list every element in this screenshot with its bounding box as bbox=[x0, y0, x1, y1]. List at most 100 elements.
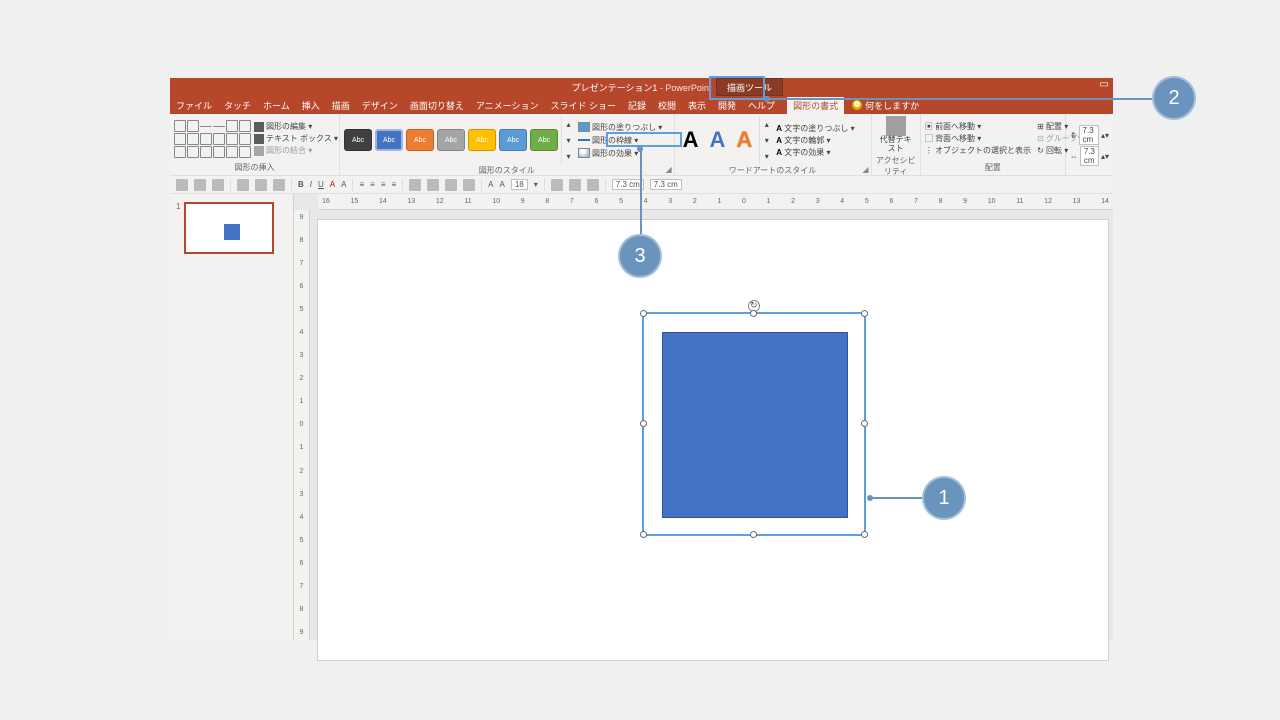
shape-style-preset[interactable]: Abc bbox=[530, 129, 558, 151]
slide-thumbnail-panel: 1 bbox=[170, 194, 294, 640]
text-box-button[interactable]: テキスト ボックス ▾ bbox=[254, 133, 338, 144]
qat-icon[interactable] bbox=[587, 179, 599, 191]
qat-icon[interactable] bbox=[427, 179, 439, 191]
tab-draw[interactable]: 描画 bbox=[332, 99, 350, 112]
selection-pane-button[interactable]: ⋮ オブジェクトの選択と表示 bbox=[925, 145, 1031, 156]
group-shape-styles: Abc Abc Abc Abc Abc Abc Abc ▴▾▾ 図形の塗りつぶし… bbox=[340, 114, 675, 175]
merge-shapes-button[interactable]: 図形の結合 ▾ bbox=[254, 145, 338, 156]
group-accessibility: 代替テキスト アクセシビリティ bbox=[872, 114, 921, 175]
group-insert-shapes: 図形の編集 ▾ テキスト ボックス ▾ 図形の結合 ▾ 図形の挿入 bbox=[170, 114, 340, 175]
alt-text-button[interactable]: 代替テキスト bbox=[878, 116, 914, 154]
qat-icon[interactable] bbox=[409, 179, 421, 191]
horizontal-ruler: 1615141312111098765432101234567891011121… bbox=[318, 194, 1113, 210]
text-outline-button[interactable]: A 文字の輪郭 ▾ bbox=[776, 135, 854, 146]
qat-icon[interactable] bbox=[194, 179, 206, 191]
qat-icon[interactable] bbox=[273, 179, 285, 191]
resize-handle[interactable] bbox=[640, 310, 647, 317]
qat-icon[interactable] bbox=[569, 179, 581, 191]
qat-icon[interactable] bbox=[445, 179, 457, 191]
tab-touch[interactable]: タッチ bbox=[224, 99, 251, 112]
tab-home[interactable]: ホーム bbox=[263, 99, 290, 112]
window-controls: ▭ bbox=[1100, 79, 1109, 90]
connector-1 bbox=[871, 497, 923, 499]
qat-icon[interactable] bbox=[212, 179, 224, 191]
tab-animations[interactable]: アニメーション bbox=[476, 99, 539, 112]
connector-3 bbox=[640, 149, 642, 235]
dialog-launcher-icon[interactable]: ◢ bbox=[862, 165, 868, 174]
group-arrange: ▣ 前面へ移動 ▾ ▢ 背面へ移動 ▾ ⋮ オブジェクトの選択と表示 ⊞ 配置 … bbox=[921, 114, 1066, 175]
rectangle-shape[interactable] bbox=[662, 332, 848, 518]
page-root: プレゼンテーション1 - PowerPoint ▭ 描画ツール ファイル タッチ… bbox=[0, 0, 1280, 720]
qat-icon[interactable] bbox=[176, 179, 188, 191]
vertical-ruler: 9876543210123456789 bbox=[294, 210, 310, 640]
qat-icon[interactable] bbox=[551, 179, 563, 191]
height-spinner[interactable]: ⇕ 7.3 cm ▴▾ bbox=[1070, 125, 1109, 145]
shape-style-preset[interactable]: Abc bbox=[468, 129, 496, 151]
dialog-launcher-icon[interactable]: ◢ bbox=[665, 165, 671, 174]
slide-workspace: 1615141312111098765432101234567891011121… bbox=[294, 194, 1113, 640]
resize-handle[interactable] bbox=[750, 310, 757, 317]
shape-style-preset[interactable]: Abc bbox=[499, 129, 527, 151]
shape-style-preset[interactable]: Abc bbox=[406, 129, 434, 151]
font-size-input[interactable]: 18 bbox=[511, 179, 528, 190]
bring-forward-button[interactable]: ▣ 前面へ移動 ▾ bbox=[925, 121, 1031, 132]
group-title-wordart: ワードアートのスタイル bbox=[679, 164, 867, 178]
group-title-styles: 図形のスタイル bbox=[344, 164, 670, 178]
edit-shape-button[interactable]: 図形の編集 ▾ bbox=[254, 121, 338, 132]
shape-fill-button[interactable]: 図形の塗りつぶし ▾ bbox=[578, 122, 662, 133]
shape-selection-box[interactable] bbox=[642, 312, 866, 536]
contextual-tab-group: 描画ツール bbox=[716, 78, 783, 96]
tab-review[interactable]: 校閲 bbox=[658, 99, 676, 112]
ribbon-display-icon[interactable]: ▭ bbox=[1100, 79, 1109, 90]
gallery-more-button[interactable]: ▴▾▾ bbox=[561, 116, 575, 164]
tab-help[interactable]: ヘルプ bbox=[748, 99, 775, 112]
shape-style-preset[interactable]: Abc bbox=[344, 129, 372, 151]
resize-handle[interactable] bbox=[861, 420, 868, 427]
tab-developer[interactable]: 開発 bbox=[718, 99, 736, 112]
slide-canvas-area[interactable] bbox=[318, 210, 1113, 640]
shapes-gallery-mini[interactable] bbox=[174, 120, 251, 158]
qat-icon[interactable] bbox=[237, 179, 249, 191]
width-box-dup[interactable]: 7.3 cm bbox=[650, 179, 682, 190]
wordart-preset[interactable]: A bbox=[706, 127, 730, 153]
shape-outline-button[interactable]: 図形の枠線 ▾ bbox=[578, 135, 662, 146]
thumb-number: 1 bbox=[176, 202, 180, 254]
group-title-insert: 図形の挿入 bbox=[174, 161, 335, 175]
tab-slideshow[interactable]: スライド ショー bbox=[550, 99, 616, 112]
send-backward-button[interactable]: ▢ 背面へ移動 ▾ bbox=[925, 133, 1031, 144]
qat-icon[interactable] bbox=[255, 179, 267, 191]
slide-thumbnail-1[interactable] bbox=[184, 202, 274, 254]
resize-handle[interactable] bbox=[861, 310, 868, 317]
text-effects-button[interactable]: A 文字の効果 ▾ bbox=[776, 147, 854, 158]
width-spinner[interactable]: ⇔ 7.3 cm ▴▾ bbox=[1070, 146, 1109, 166]
resize-handle[interactable] bbox=[640, 420, 647, 427]
group-title-arrange: 配置 bbox=[925, 161, 1061, 175]
height-box-dup[interactable]: 7.3 cm bbox=[612, 179, 644, 190]
ribbon-tabs: ファイル タッチ ホーム 挿入 描画 デザイン 画面切り替え アニメーション ス… bbox=[176, 97, 844, 114]
qat-icon[interactable] bbox=[463, 179, 475, 191]
callout-badge-3: 3 bbox=[618, 234, 662, 278]
tab-insert[interactable]: 挿入 bbox=[302, 99, 320, 112]
tab-record[interactable]: 記録 bbox=[628, 99, 646, 112]
resize-handle[interactable] bbox=[640, 531, 647, 538]
wordart-preset[interactable]: A bbox=[679, 127, 703, 153]
tab-transitions[interactable]: 画面切り替え bbox=[410, 99, 464, 112]
shape-style-preset-selected[interactable]: Abc bbox=[375, 129, 403, 151]
text-fill-button[interactable]: A 文字の塗りつぶし ▾ bbox=[776, 123, 854, 134]
shape-effects-button[interactable]: 図形の効果 ▾ bbox=[578, 148, 662, 159]
wordart-more-button[interactable]: ▴▾▾ bbox=[759, 116, 773, 164]
group-title-access: アクセシビリティ bbox=[876, 154, 916, 179]
slide-1[interactable] bbox=[318, 220, 1108, 660]
tab-file[interactable]: ファイル bbox=[176, 99, 212, 112]
wordart-preset[interactable]: A bbox=[732, 127, 756, 153]
tell-me-label: 何をしますか bbox=[865, 99, 919, 112]
tab-design[interactable]: デザイン bbox=[362, 99, 398, 112]
document-name: プレゼンテーション1 bbox=[572, 83, 658, 93]
resize-handle[interactable] bbox=[750, 531, 757, 538]
shape-style-preset[interactable]: Abc bbox=[437, 129, 465, 151]
tell-me[interactable]: 何をしますか bbox=[852, 99, 919, 112]
title-bar: プレゼンテーション1 - PowerPoint ▭ bbox=[170, 78, 1113, 96]
tab-view[interactable]: 表示 bbox=[688, 99, 706, 112]
resize-handle[interactable] bbox=[861, 531, 868, 538]
thumb-shape-icon bbox=[224, 224, 240, 240]
